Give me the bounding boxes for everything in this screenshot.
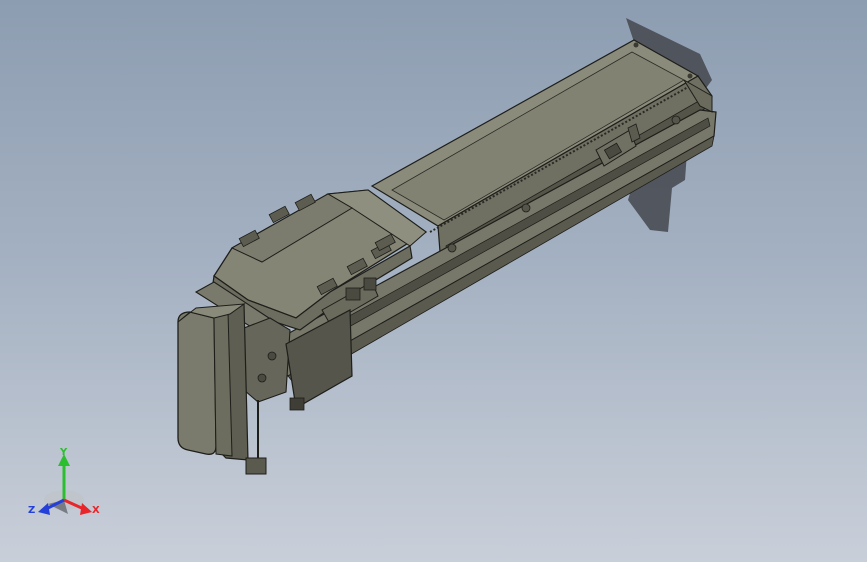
end-cap-screw <box>633 42 639 48</box>
end-cap-screw-2 <box>687 73 693 79</box>
axis-triad: Y X Z <box>22 448 106 524</box>
z-axis-arrow-icon <box>38 503 50 515</box>
sensor-block-near <box>345 287 361 301</box>
motor-mount-hole-1 <box>267 351 277 361</box>
motor-mount-front <box>243 317 291 403</box>
linear-actuator-model[interactable] <box>0 0 867 562</box>
x-axis-arrow-icon <box>80 503 92 515</box>
cable-connector <box>245 457 267 475</box>
motor-cover-front <box>177 311 217 455</box>
motor-connector <box>289 397 305 411</box>
y-axis-label: Y <box>60 447 68 458</box>
z-axis-label: Z <box>28 505 36 516</box>
x-axis-label: X <box>92 505 100 516</box>
rail-hole-2 <box>447 243 457 253</box>
motor-mount-hole-2 <box>257 373 267 383</box>
rail-hole-3 <box>671 115 681 125</box>
sensor-block-near-2 <box>363 277 377 291</box>
rail-hole-1 <box>521 203 531 213</box>
3d-viewport[interactable]: Y X Z <box>0 0 867 562</box>
